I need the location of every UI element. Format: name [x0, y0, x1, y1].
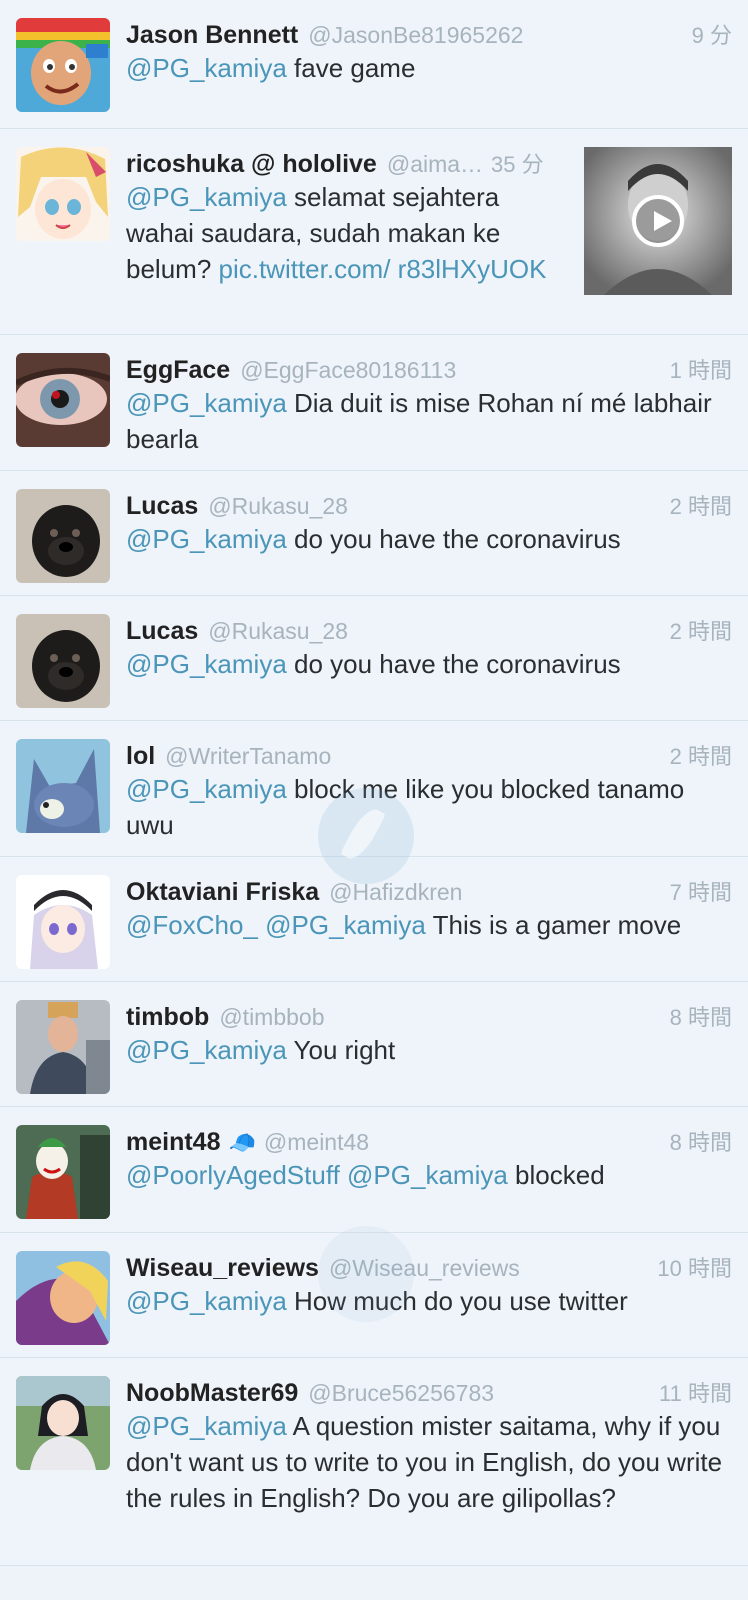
tweet-text: @PG_kamiya do you have the coronavirus: [126, 524, 621, 554]
media-link[interactable]: pic.twitter.com/ r83lHXyUOK: [219, 254, 547, 284]
author-handle: @WriterTanamo: [165, 743, 332, 769]
timestamp: 8 時間: [669, 1130, 732, 1155]
author-handle: @JasonBe81965262: [308, 22, 524, 48]
avatar[interactable]: [16, 147, 110, 241]
mention-link[interactable]: @PG_kamiya: [126, 649, 287, 679]
author-handle: @EggFace80186113: [240, 357, 457, 383]
mention-link[interactable]: @PG_kamiya: [126, 1286, 287, 1316]
timestamp: 1 時間: [669, 358, 732, 383]
tweet-item[interactable]: ricoshuka @ hololive @aima… 35 分 @PG_kam…: [0, 129, 748, 335]
avatar[interactable]: [16, 1125, 110, 1219]
author-name[interactable]: ricoshuka @ hololive: [126, 150, 377, 179]
author-handle: @Bruce56256783: [308, 1380, 495, 1406]
media-thumbnail[interactable]: [584, 147, 732, 295]
mention-link[interactable]: @PG_kamiya: [126, 388, 287, 418]
mention-link[interactable]: @PG_kamiya: [126, 1035, 287, 1065]
tweet-item[interactable]: Jason Bennett @JasonBe81965262 9 分 @PG_k…: [0, 0, 748, 129]
timestamp: 2 時間: [669, 744, 732, 769]
mention-link[interactable]: @FoxCho_ @PG_kamiya: [126, 910, 426, 940]
tweet-text: @PG_kamiya do you have the coronavirus: [126, 649, 621, 679]
avatar[interactable]: [16, 353, 110, 447]
play-icon[interactable]: [632, 195, 684, 247]
tweet-text: @PG_kamiya Dia duit is mise Rohan ní mé …: [126, 388, 712, 454]
tweet-item[interactable]: EggFace @EggFace80186113 1 時間 @PG_kamiya…: [0, 335, 748, 471]
author-name[interactable]: Oktaviani Friska: [126, 878, 319, 907]
avatar[interactable]: [16, 875, 110, 969]
author-handle: @aima…: [386, 151, 484, 177]
author-name[interactable]: lol: [126, 742, 155, 771]
tweet-text: @PG_kamiya selamat sejahtera wahai sauda…: [126, 182, 547, 284]
timestamp: 2 時間: [669, 619, 732, 644]
tweet-item[interactable]: Wiseau_reviews @Wiseau_reviews 10 時間 @PG…: [0, 1233, 748, 1358]
author-name[interactable]: Wiseau_reviews: [126, 1254, 319, 1283]
tweet-text: @PG_kamiya A question mister saitama, wh…: [126, 1411, 723, 1513]
mention-link[interactable]: @PG_kamiya: [126, 524, 287, 554]
timestamp: 2 時間: [669, 494, 732, 519]
tweet-text: @PG_kamiya How much do you use twitter: [126, 1286, 628, 1316]
tweet-item[interactable]: Oktaviani Friska @Hafizdkren 7 時間 @FoxCh…: [0, 857, 748, 982]
timestamp: 35 分: [491, 152, 544, 177]
tweet-text: @FoxCho_ @PG_kamiya This is a gamer move: [126, 910, 682, 940]
tweet-item[interactable]: NoobMaster69 @Bruce56256783 11 時間 @PG_ka…: [0, 1358, 748, 1566]
tweet-item[interactable]: Lucas @Rukasu_28 2 時間 @PG_kamiya do you …: [0, 471, 748, 596]
author-name[interactable]: timbob: [126, 1003, 209, 1032]
author-name[interactable]: Lucas: [126, 617, 198, 646]
author-name[interactable]: Lucas: [126, 492, 198, 521]
author-handle: @Wiseau_reviews: [328, 1255, 520, 1281]
avatar[interactable]: [16, 1000, 110, 1094]
mention-link[interactable]: @PoorlyAgedStuff @PG_kamiya: [126, 1160, 508, 1190]
timestamp: 8 時間: [669, 1005, 732, 1030]
timestamp: 7 時間: [669, 880, 732, 905]
timestamp: 10 時間: [657, 1256, 732, 1281]
author-name[interactable]: meint48: [126, 1128, 220, 1157]
mention-link[interactable]: @PG_kamiya: [126, 53, 287, 83]
mention-link[interactable]: @PG_kamiya: [126, 774, 287, 804]
avatar[interactable]: [16, 18, 110, 112]
author-handle: @Hafizdkren: [329, 879, 463, 905]
tweet-text: @PG_kamiya block me like you blocked tan…: [126, 774, 685, 840]
author-handle: @meint48: [263, 1129, 370, 1155]
tweet-item[interactable]: meint48 🧢 @meint48 8 時間 @PoorlyAgedStuff…: [0, 1107, 748, 1233]
avatar[interactable]: [16, 739, 110, 833]
mention-link[interactable]: @PG_kamiya: [126, 182, 287, 212]
tweet-feed: Jason Bennett @JasonBe81965262 9 分 @PG_k…: [0, 0, 748, 1600]
tweet-text: @PG_kamiya You right: [126, 1035, 396, 1065]
tweet-text: @PG_kamiya fave game: [126, 53, 416, 83]
avatar[interactable]: [16, 614, 110, 708]
avatar[interactable]: [16, 1376, 110, 1470]
tweet-item[interactable]: timbob @timbbob 8 時間 @PG_kamiya You righ…: [0, 982, 748, 1107]
author-handle: @Rukasu_28: [208, 493, 348, 519]
author-name[interactable]: NoobMaster69: [126, 1379, 298, 1408]
timestamp: 11 時間: [659, 1381, 732, 1406]
author-handle: @timbbob: [219, 1004, 325, 1030]
avatar[interactable]: [16, 489, 110, 583]
tweet-item[interactable]: Lucas @Rukasu_28 2 時間 @PG_kamiya do you …: [0, 596, 748, 721]
author-name[interactable]: EggFace: [126, 356, 230, 385]
tweet-item[interactable]: lol @WriterTanamo 2 時間 @PG_kamiya block …: [0, 721, 748, 857]
avatar[interactable]: [16, 1251, 110, 1345]
cap-icon: 🧢: [228, 1130, 256, 1155]
mention-link[interactable]: @PG_kamiya: [126, 1411, 287, 1441]
author-name[interactable]: Jason Bennett: [126, 21, 298, 50]
author-handle: @Rukasu_28: [208, 618, 348, 644]
tweet-text: @PoorlyAgedStuff @PG_kamiya blocked: [126, 1160, 605, 1190]
timestamp: 9 分: [691, 23, 732, 48]
